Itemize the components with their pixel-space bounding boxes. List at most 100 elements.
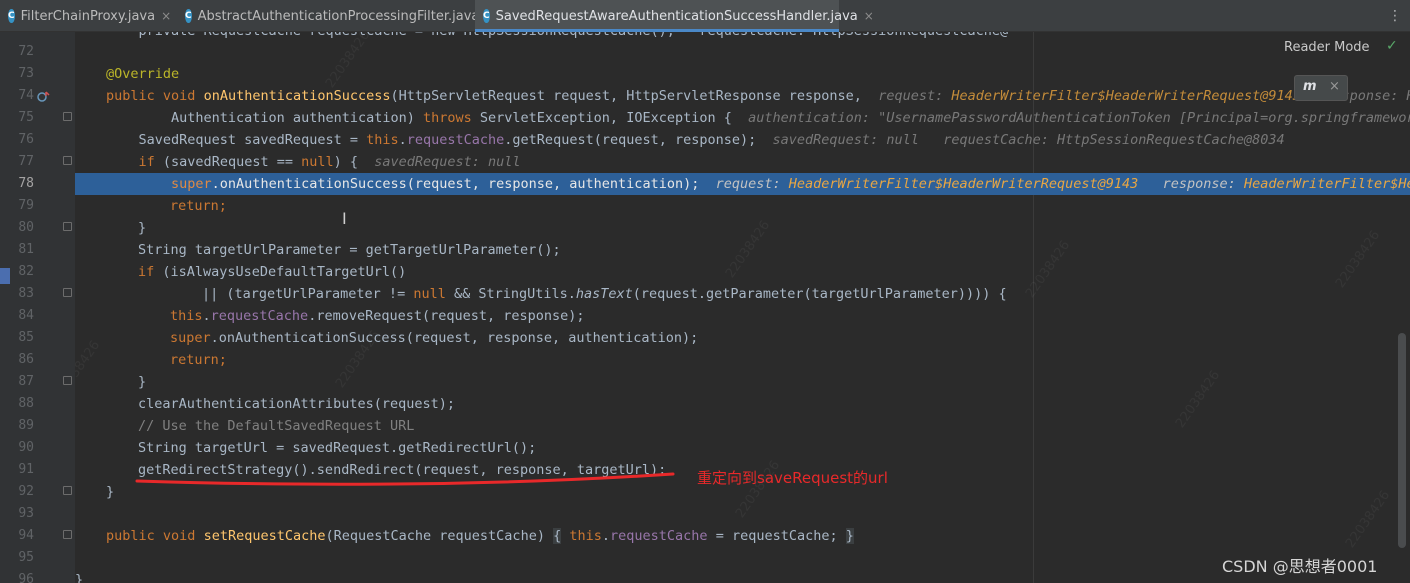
close-icon[interactable]: ×	[161, 9, 171, 23]
fold-marker-icon[interactable]	[63, 156, 72, 165]
code-line-87: }	[138, 374, 147, 390]
method-name: hasText	[575, 286, 633, 302]
fold-marker-icon[interactable]	[63, 376, 72, 385]
line-number-current: 78	[18, 176, 34, 191]
inline-debug-hint: savedRequest: null	[374, 154, 521, 170]
code-text: (savedRequest ==	[162, 154, 302, 170]
keyword: this	[366, 132, 399, 148]
watermark: 22038426	[75, 338, 104, 401]
more-tabs-icon[interactable]: ⋮	[1388, 8, 1402, 24]
watermark: 22038426	[1342, 488, 1394, 551]
code-line-80: }	[138, 220, 147, 236]
keyword: this	[170, 308, 203, 324]
code-line-83: || (targetUrlParameter != null && String…	[202, 283, 1007, 305]
line-number: 96	[18, 572, 34, 583]
csdn-credit: CSDN @思想者0001	[1222, 557, 1378, 576]
code-text: (isAlwaysUseDefaultTargetUrl()	[154, 264, 407, 280]
keyword: if	[138, 264, 155, 280]
line-number: 76	[18, 132, 34, 147]
keyword: public	[106, 528, 155, 544]
keyword: throws	[422, 110, 472, 126]
line-number: 90	[18, 440, 34, 455]
close-icon[interactable]: ×	[1329, 79, 1340, 94]
code-text: .getRequest(request, response);	[504, 132, 757, 148]
code-line-94: public void setRequestCache(RequestCache…	[106, 528, 854, 544]
fold-marker-icon[interactable]	[63, 530, 72, 539]
line-number: 84	[18, 308, 34, 323]
code-line-partial: private RequestCache requestCache = new …	[106, 32, 1009, 42]
override-debug-icon[interactable]	[36, 90, 50, 104]
code-line-88: clearAuthenticationAttributes(request);	[138, 396, 455, 412]
code-text: }	[845, 528, 854, 544]
line-number: 85	[18, 330, 34, 345]
inline-debug-hint: authentication: "UsernamePasswordAuthent…	[748, 110, 1410, 126]
code-text: (HttpServletRequest request, HttpServlet…	[390, 88, 862, 104]
field-name: requestCache	[406, 132, 505, 148]
mybatis-popup[interactable]: m ×	[1294, 75, 1348, 101]
code-text: = requestCache;	[707, 528, 846, 544]
inline-debug-value: HeaderWriterFilter$HeaderWriterRequest@9…	[951, 88, 1301, 104]
watermark: 22038426	[1172, 368, 1224, 431]
keyword: void	[162, 88, 196, 104]
inline-debug-hint: response:	[1162, 176, 1244, 192]
text-cursor-icon: I	[342, 209, 347, 228]
mybatis-icon[interactable]: m	[1303, 79, 1317, 94]
line-number: 75	[18, 110, 34, 125]
keyword: super	[171, 176, 212, 192]
tab-abstract-authentication-processing-filter[interactable]: C AbstractAuthenticationProcessingFilter…	[177, 0, 495, 32]
code-line-79: return;	[170, 198, 227, 214]
code-line-81: String targetUrlParameter = getTargetUrl…	[138, 242, 561, 258]
keyword: this	[569, 528, 602, 544]
fold-marker-icon[interactable]	[63, 486, 72, 495]
tab-saved-request-aware-handler[interactable]: C SavedRequestAwareAuthenticationSuccess…	[475, 0, 874, 32]
editor-tab-bar: C FilterChainProxy.java × C AbstractAuth…	[0, 0, 1410, 32]
java-class-icon: C	[185, 9, 192, 23]
fold-marker-icon[interactable]	[63, 112, 72, 121]
keyword: null	[301, 154, 334, 170]
check-icon[interactable]: ✓	[1386, 38, 1398, 54]
line-number: 79	[18, 198, 34, 213]
tab-filter-chain-proxy[interactable]: C FilterChainProxy.java ×	[0, 0, 175, 32]
field-name: requestCache	[610, 528, 708, 544]
line-number: 72	[18, 44, 34, 59]
code-line-92: }	[106, 484, 115, 500]
inline-debug-hint: request:	[878, 88, 952, 104]
code-text: .	[398, 132, 407, 148]
code-line-86: return;	[170, 352, 227, 368]
code-text: SavedRequest savedRequest =	[106, 132, 367, 148]
code-text: .onAuthenticationSuccess(request, respon…	[211, 176, 700, 192]
code-text: .removeRequest(request, response);	[308, 308, 585, 324]
inline-debug-hint: request:	[715, 176, 789, 192]
close-icon[interactable]: ×	[864, 9, 874, 23]
keyword: super	[170, 330, 211, 346]
vertical-scrollbar[interactable]	[1398, 333, 1406, 548]
code-text: ) {	[333, 154, 358, 170]
line-number: 92	[18, 484, 34, 499]
fold-marker-icon[interactable]	[63, 288, 72, 297]
line-number: 89	[18, 418, 34, 433]
tab-label: SavedRequestAwareAuthenticationSuccessHa…	[495, 8, 858, 24]
fold-marker-icon[interactable]	[63, 222, 72, 231]
line-number: 94	[18, 528, 34, 543]
line-number: 80	[18, 220, 34, 235]
keyword: public	[106, 88, 155, 104]
code-text: && StringUtils.	[445, 286, 576, 302]
code-line-90: String targetUrl = savedRequest.getRedir…	[138, 440, 537, 456]
field-name: requestCache	[210, 308, 309, 324]
red-underline-annotation	[135, 472, 675, 486]
inline-debug-value: HeaderWriterFilter$Hea	[1243, 176, 1410, 192]
inline-debug-hint: savedRequest: null	[772, 132, 919, 148]
line-number: 81	[18, 242, 34, 257]
method-name: onAuthenticationSuccess	[203, 88, 391, 104]
watermark: 22038426	[1022, 238, 1074, 301]
reader-mode-button[interactable]: Reader Mode	[1284, 40, 1370, 55]
watermark: 22038426	[722, 218, 774, 281]
line-number: 74	[18, 88, 34, 103]
code-line-89: // Use the DefaultSavedRequest URL	[138, 418, 415, 434]
java-class-icon: C	[483, 9, 490, 23]
java-class-icon: C	[8, 9, 15, 23]
code-line-74: public void onAuthenticationSuccess(Http…	[106, 85, 1410, 107]
code-line-73: @Override	[106, 66, 180, 82]
code-text: (RequestCache requestCache)	[325, 528, 554, 544]
code-editor[interactable]: private RequestCache requestCache = new …	[75, 32, 1410, 583]
